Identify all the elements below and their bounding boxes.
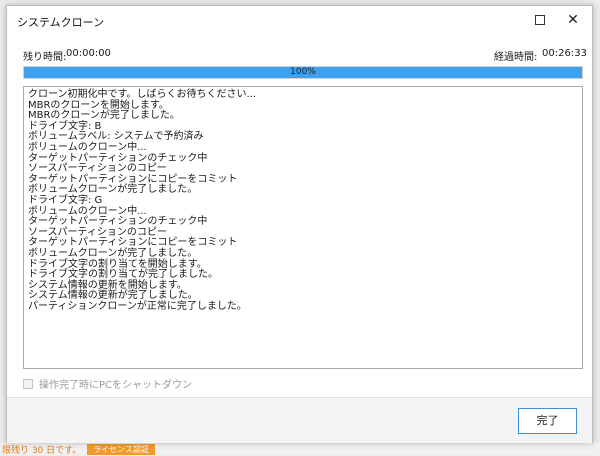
log-line: MBRのクローンが完了しました。 (28, 110, 180, 122)
log-line: ボリュームクローンが完了しました。 (28, 184, 198, 196)
log-line: ボリュームのクローン中... (28, 141, 147, 153)
close-icon: ✕ (567, 12, 579, 28)
done-button[interactable]: 完了 (518, 408, 577, 434)
dialog-title: システムクローン (17, 16, 105, 29)
shutdown-option: 操作完了時にPCをシャットダウン (23, 376, 192, 391)
elapsed-time-value: 00:26:33 (542, 48, 587, 59)
maximize-icon (535, 15, 545, 25)
license-activation-badge[interactable]: ライセンス認証 (87, 444, 155, 455)
elapsed-time-label: 経過時間: (494, 52, 538, 63)
shutdown-label: 操作完了時にPCをシャットダウン (39, 380, 193, 391)
close-button[interactable]: ✕ (560, 10, 586, 30)
log-line: クローン初期化中です。しばらくお待ちください... (28, 89, 257, 100)
operation-log[interactable]: クローン初期化中です。しばらくお待ちください... MBRのクローンを開始します。… (23, 86, 583, 369)
title-bar: システムクローン ✕ (7, 6, 592, 34)
shutdown-checkbox[interactable] (23, 378, 33, 389)
log-line: パーティションクローンが正常に完了しました。 (28, 300, 247, 312)
trial-remaining-text: 限残り 30 日です。 (2, 446, 82, 456)
progress-bar: 100% (23, 66, 583, 79)
remaining-time-value: 00:00:00 (66, 48, 111, 59)
system-clone-dialog: システムクローン ✕ 残り時間: 00:00:00 経過時間: 00:26:33… (6, 5, 593, 443)
dialog-footer: 完了 (7, 398, 592, 443)
progress-percent-text: 100% (290, 67, 316, 77)
maximize-button[interactable] (527, 10, 553, 30)
remaining-time-label: 残り時間: (23, 52, 67, 63)
log-line: ボリュームクローンが完了しました。 (28, 247, 198, 259)
log-line: ドライブ文字: G (28, 194, 103, 206)
